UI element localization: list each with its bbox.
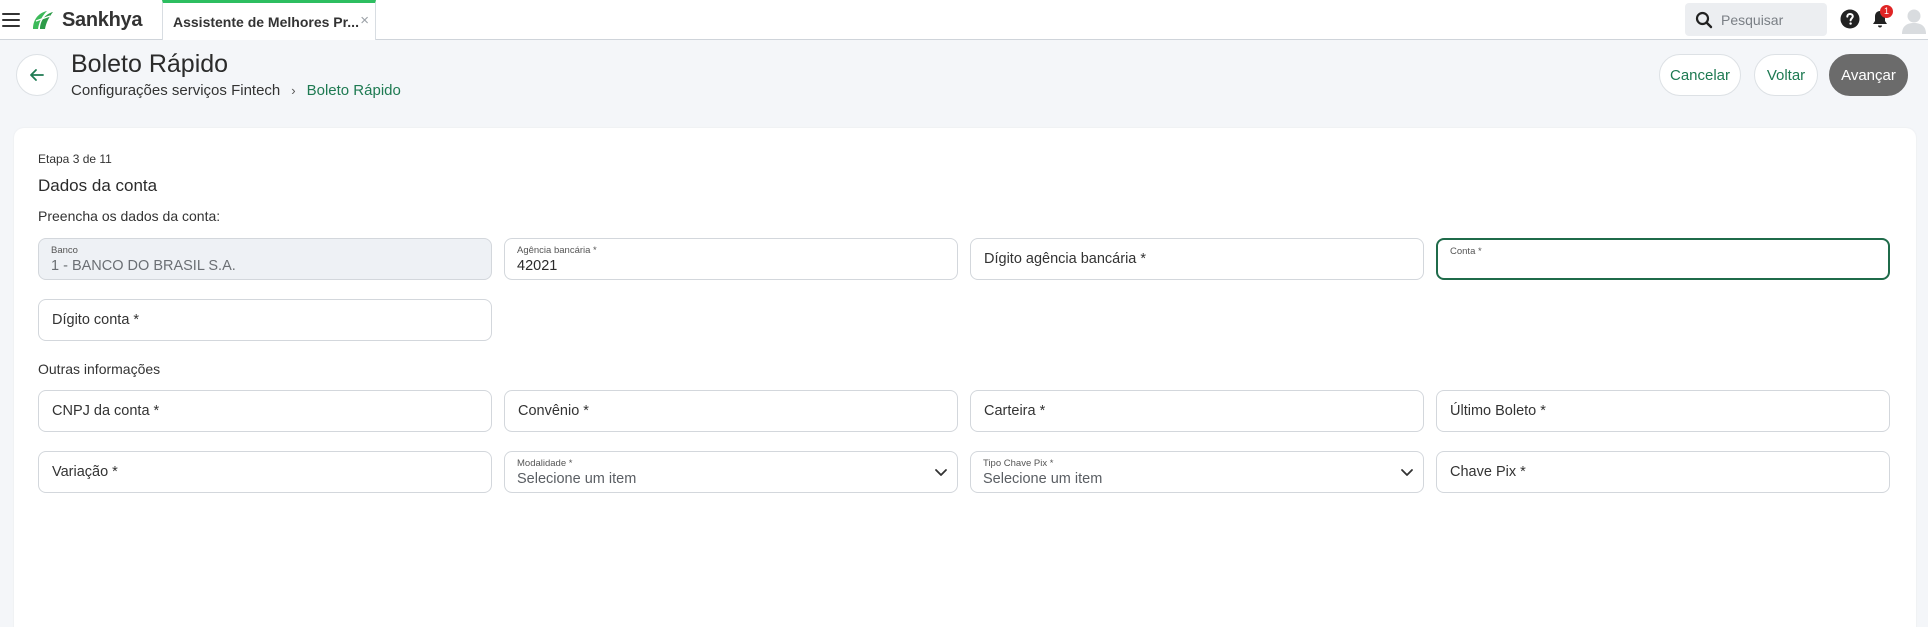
- agency-value: 42021: [517, 258, 558, 274]
- bank-label: Banco: [51, 245, 78, 256]
- breadcrumb-current[interactable]: Boleto Rápido: [307, 82, 401, 99]
- tab-label: Assistente de Melhores Pr...: [173, 13, 359, 30]
- modality-select[interactable]: Modalidade * Selecione um item: [504, 451, 958, 493]
- instruction-text: Preencha os dados da conta:: [38, 208, 221, 224]
- wallet-placeholder: Carteira *: [984, 403, 1046, 419]
- sankhya-leaf-icon: [33, 11, 53, 29]
- breadcrumb: Configurações serviços Fintech › Boleto …: [71, 82, 401, 99]
- agreement-placeholder: Convênio *: [518, 403, 589, 419]
- agency-label: Agência bancária *: [517, 245, 597, 256]
- account-digit-placeholder: Dígito conta *: [52, 312, 140, 328]
- search-box[interactable]: [1685, 3, 1827, 36]
- account-field[interactable]: Conta *: [1436, 238, 1890, 280]
- chevron-down-icon: [935, 469, 947, 476]
- brand-logo[interactable]: Sankhya: [30, 6, 142, 34]
- account-digit-field[interactable]: Dígito conta *: [38, 299, 492, 341]
- bank-field: Banco 1 - BANCO DO BRASIL S.A.: [38, 238, 492, 280]
- pix-key-type-select[interactable]: Tipo Chave Pix * Selecione um item: [970, 451, 1424, 493]
- cnpj-placeholder: CNPJ da conta *: [52, 403, 160, 419]
- page-title: Boleto Rápido: [71, 50, 229, 78]
- cnpj-field[interactable]: CNPJ da conta *: [38, 390, 492, 432]
- tab-assistente[interactable]: Assistente de Melhores Pr... ×: [162, 0, 376, 40]
- modality-value: Selecione um item: [517, 471, 637, 487]
- arrow-left-icon: [30, 69, 44, 81]
- cancel-button[interactable]: Cancelar: [1659, 54, 1741, 96]
- section-title: Dados da conta: [38, 176, 158, 195]
- variation-field[interactable]: Variação *: [38, 451, 492, 493]
- top-bar: Sankhya Assistente de Melhores Pr... × 1: [0, 0, 1928, 40]
- agreement-field[interactable]: Convênio *: [504, 390, 958, 432]
- account-label: Conta *: [1450, 246, 1482, 257]
- agency-digit-placeholder: Dígito agência bancária *: [984, 251, 1147, 267]
- pix-key-type-label: Tipo Chave Pix *: [983, 458, 1054, 469]
- breadcrumb-parent[interactable]: Configurações serviços Fintech: [71, 82, 280, 99]
- notification-badge: 1: [1880, 5, 1893, 18]
- agency-field[interactable]: Agência bancária * 42021: [504, 238, 958, 280]
- wallet-field[interactable]: Carteira *: [970, 390, 1424, 432]
- search-icon: [1695, 11, 1713, 28]
- brand-name: Sankhya: [62, 8, 143, 31]
- agency-digit-field[interactable]: Dígito agência bancária *: [970, 238, 1424, 280]
- back-arrow-button[interactable]: [16, 54, 58, 96]
- bank-value: 1 - BANCO DO BRASIL S.A.: [51, 258, 236, 274]
- back-button[interactable]: Voltar: [1754, 54, 1818, 96]
- form-card: Etapa 3 de 11 Dados da conta Preencha os…: [14, 128, 1916, 627]
- modality-label: Modalidade *: [517, 458, 573, 469]
- last-boleto-field[interactable]: Último Boleto *: [1436, 390, 1890, 432]
- pix-key-type-value: Selecione um item: [983, 471, 1103, 487]
- last-boleto-placeholder: Último Boleto *: [1450, 403, 1546, 419]
- next-button[interactable]: Avançar: [1829, 54, 1908, 96]
- step-indicator: Etapa 3 de 11: [38, 152, 112, 166]
- pix-key-field[interactable]: Chave Pix *: [1436, 451, 1890, 493]
- tab-close-icon[interactable]: ×: [360, 12, 369, 29]
- user-avatar-icon[interactable]: [1900, 6, 1928, 34]
- breadcrumb-separator-icon: ›: [291, 83, 296, 98]
- other-info-title: Outras informações: [38, 361, 161, 377]
- hamburger-menu-icon[interactable]: [0, 10, 22, 30]
- variation-placeholder: Variação *: [52, 464, 118, 480]
- pix-key-placeholder: Chave Pix *: [1450, 464, 1526, 480]
- search-input[interactable]: [1721, 11, 1821, 28]
- help-icon[interactable]: [1840, 9, 1860, 29]
- chevron-down-icon: [1401, 469, 1413, 476]
